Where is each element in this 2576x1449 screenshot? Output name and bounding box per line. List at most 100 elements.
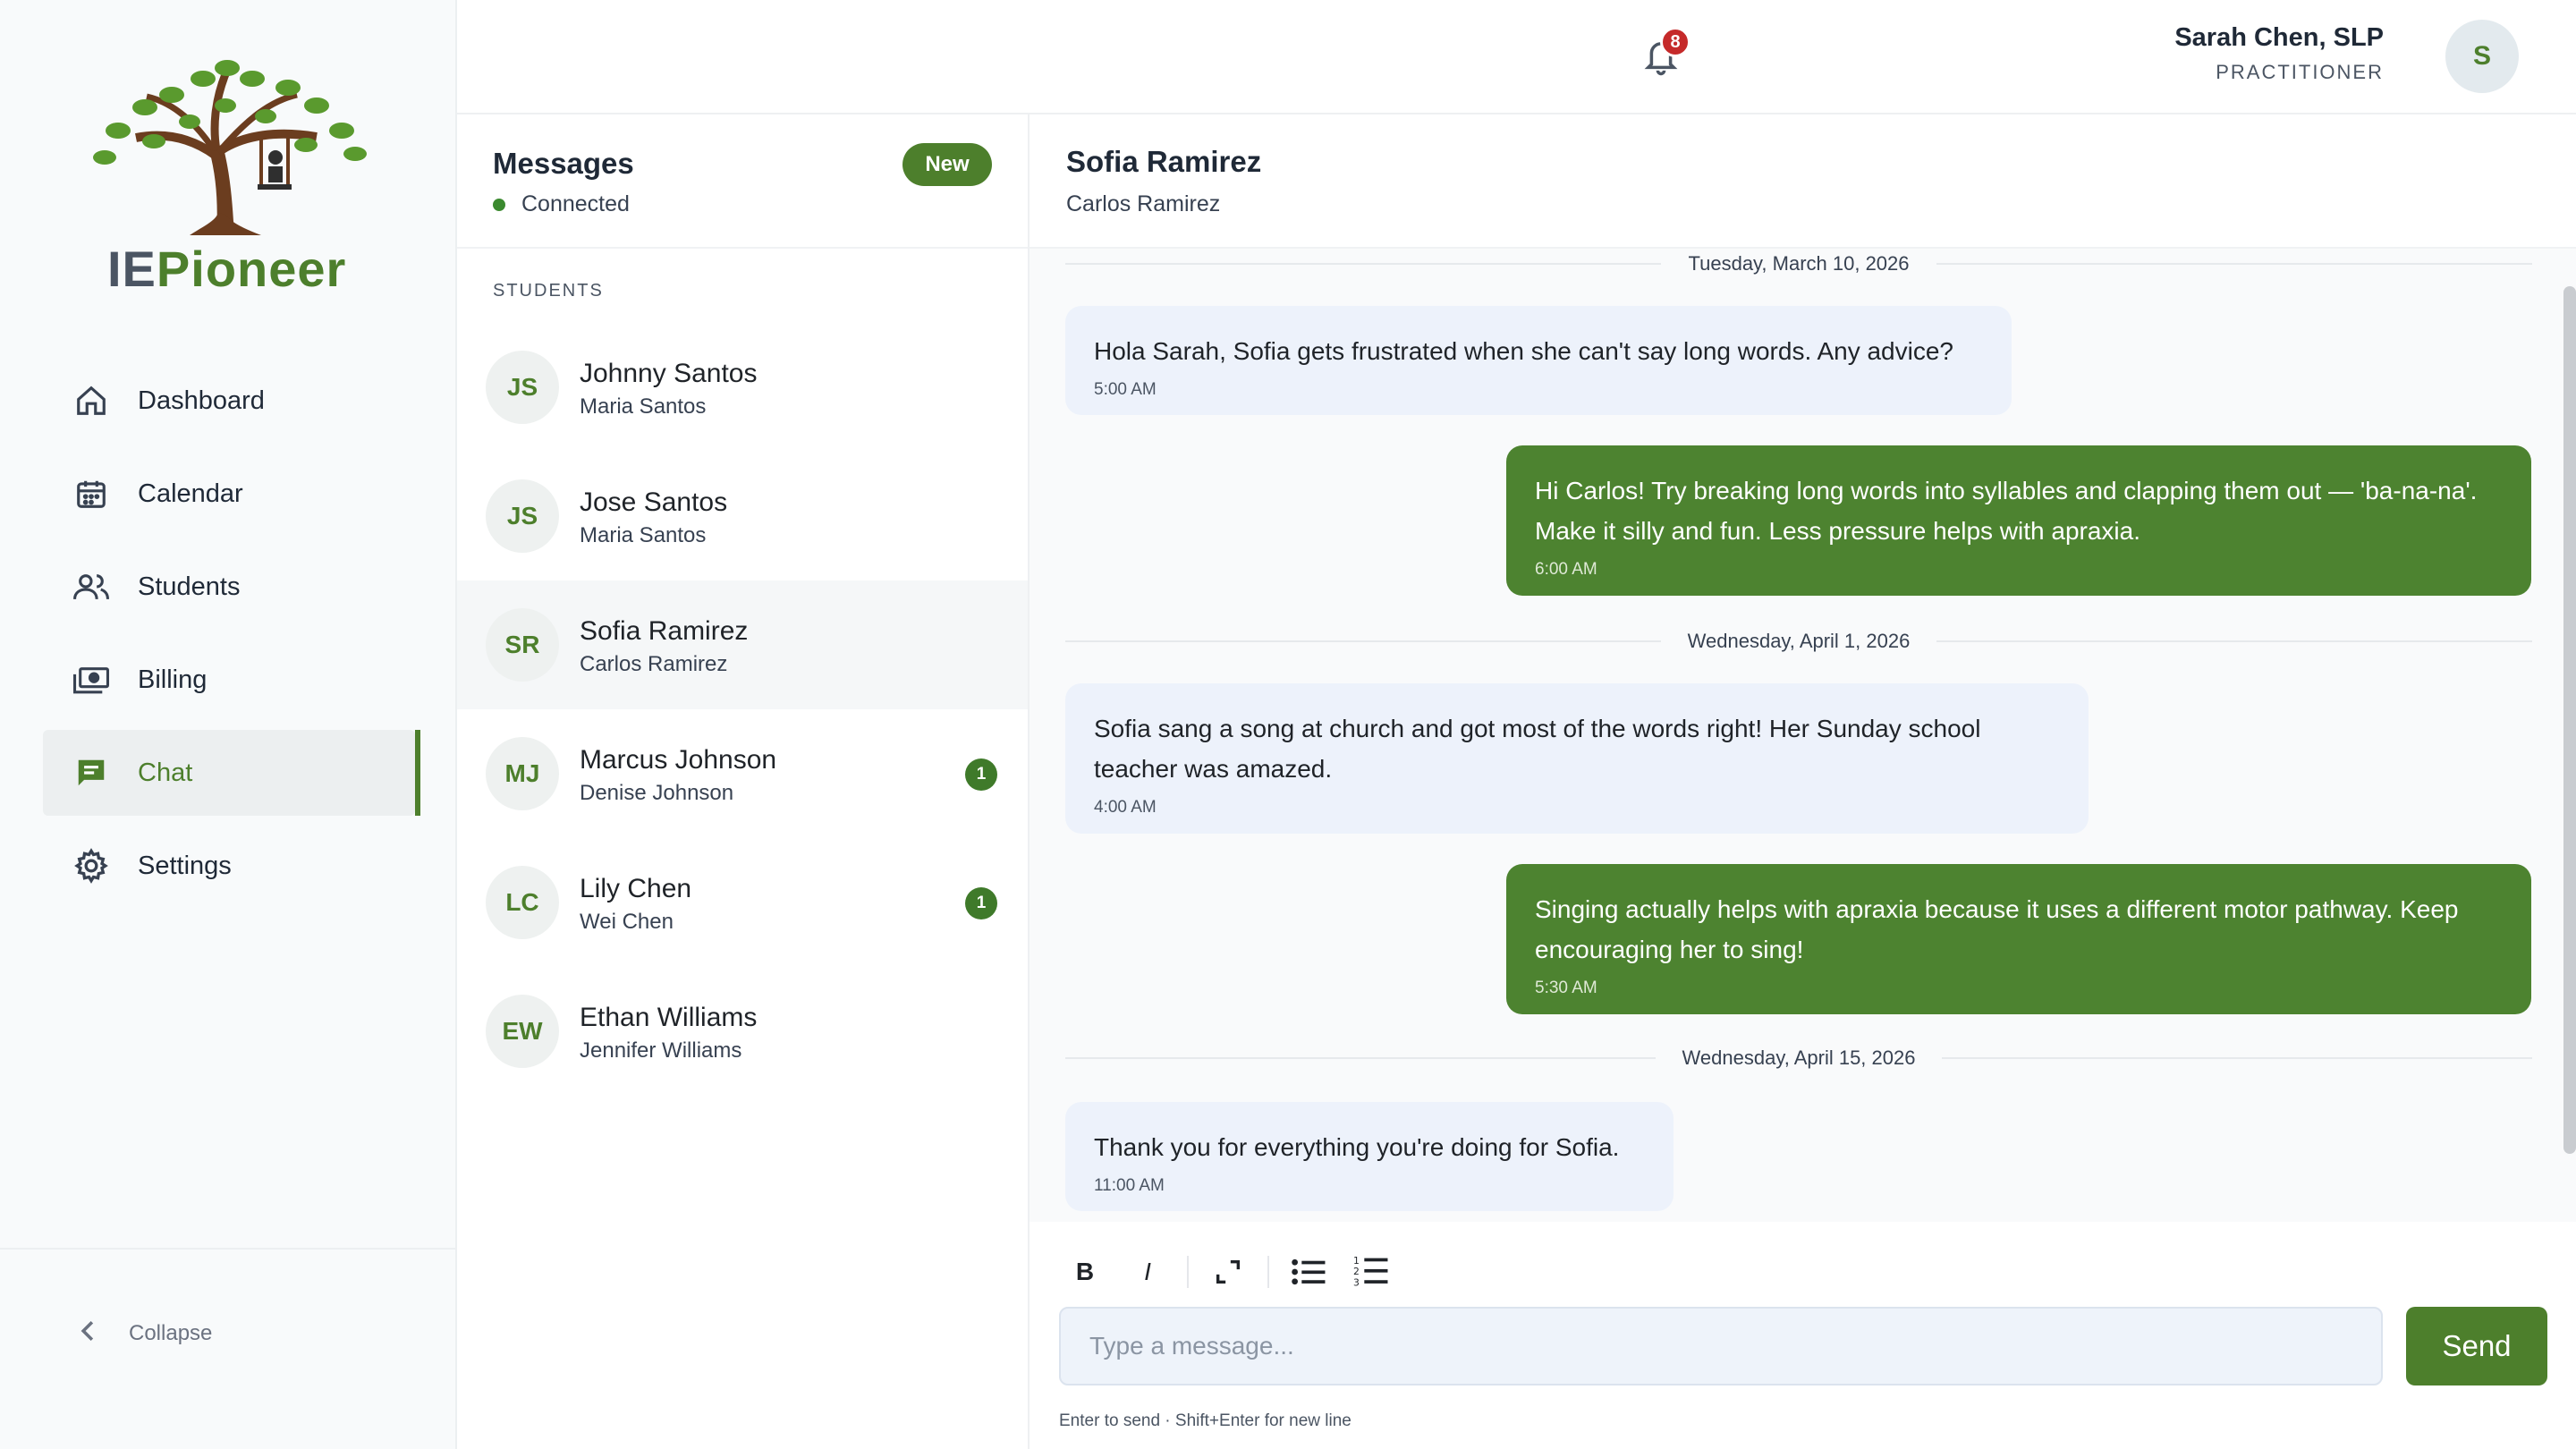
message-bubble-incoming: Sofia sang a song at church and got most… xyxy=(1065,683,2089,834)
conversation-item[interactable]: JS Johnny Santos Maria Santos xyxy=(457,323,1028,452)
message-time: 6:00 AM xyxy=(1535,560,1597,579)
avatar: MJ xyxy=(486,737,559,810)
chat-parent-name: Carlos Ramirez xyxy=(1066,191,1221,216)
logo-text: IEPioneer xyxy=(107,241,347,297)
nav-label: Dashboard xyxy=(138,386,265,415)
sidebar-footer: Collapse xyxy=(0,1248,457,1449)
nav-item-settings[interactable]: Settings xyxy=(43,823,415,909)
unread-badge: 1 xyxy=(965,758,997,791)
parent-name: Carlos Ramirez xyxy=(580,652,728,676)
top-header xyxy=(457,0,2576,114)
avatar: EW xyxy=(486,995,559,1068)
nav-label: Chat xyxy=(138,758,193,787)
collapse-button[interactable]: Collapse xyxy=(79,1319,212,1347)
avatar: JS xyxy=(486,479,559,553)
conversation-list: Messages Connected New STUDENTS JS Johnn… xyxy=(457,114,1030,1449)
parent-name: Denise Johnson xyxy=(580,781,734,805)
new-message-button[interactable]: New xyxy=(902,143,992,186)
unread-badge: 1 xyxy=(965,887,997,919)
message-time: 5:00 AM xyxy=(1094,380,1157,399)
message-bubble-outgoing: Hi Carlos! Try breaking long words into … xyxy=(1506,445,2531,596)
home-icon xyxy=(73,383,109,419)
nav-label: Settings xyxy=(138,851,232,880)
connection-status: Connected xyxy=(493,191,630,217)
italic-button[interactable]: I xyxy=(1124,1249,1171,1295)
conversation-item[interactable]: JS Jose Santos Maria Santos xyxy=(457,452,1028,580)
date-label: Tuesday, March 10, 2026 xyxy=(1688,252,1910,275)
conversation-item-selected[interactable]: SR Sofia Ramirez Carlos Ramirez xyxy=(457,580,1028,709)
sidebar-nav: Dashboard Calendar Students Billing Chat xyxy=(43,358,420,916)
message-composer: B I 123 Send Enter to send · Shift+Enter… xyxy=(1030,1222,2576,1449)
format-toolbar: B I 123 xyxy=(1062,1249,1411,1295)
gear-icon xyxy=(73,848,109,884)
message-text: Thank you for everything you're doing fo… xyxy=(1094,1133,1620,1161)
user-avatar[interactable]: S xyxy=(2445,20,2519,93)
date-separator: Wednesday, April 15, 2026 xyxy=(1065,1045,2533,1072)
numbered-list-button[interactable]: 123 xyxy=(1348,1249,1394,1295)
message-bubble-incoming: Hola Sarah, Sofia gets frustrated when s… xyxy=(1065,306,2012,415)
student-name: Marcus Johnson xyxy=(580,745,777,775)
message-bubble-incoming: Thank you for everything you're doing fo… xyxy=(1065,1102,1674,1211)
logo: IEPioneer xyxy=(82,52,379,302)
parent-name: Jennifer Williams xyxy=(580,1038,742,1063)
message-text: Hi Carlos! Try breaking long words into … xyxy=(1535,477,2478,545)
students-section-label: STUDENTS xyxy=(493,281,604,301)
chat-pane: Sofia Ramirez Carlos Ramirez Tuesday, Ma… xyxy=(1030,114,2576,1449)
bold-button[interactable]: B xyxy=(1062,1249,1108,1295)
expand-icon xyxy=(1216,1259,1241,1284)
message-scrollbar[interactable] xyxy=(2563,286,2576,1154)
message-thread[interactable]: Tuesday, March 10, 2026 Hola Sarah, Sofi… xyxy=(1030,249,2576,1222)
send-button[interactable]: Send xyxy=(2406,1307,2547,1385)
calendar-icon xyxy=(73,476,109,512)
status-dot-icon xyxy=(493,198,505,211)
avatar: JS xyxy=(486,351,559,424)
parent-name: Maria Santos xyxy=(580,523,707,547)
parent-name: Wei Chen xyxy=(580,910,674,934)
parent-name: Maria Santos xyxy=(580,394,707,419)
message-time: 5:30 AM xyxy=(1535,979,1597,997)
date-separator: Wednesday, April 1, 2026 xyxy=(1065,628,2532,655)
svg-text:1: 1 xyxy=(1353,1255,1360,1267)
numbered-list-icon: 123 xyxy=(1353,1255,1388,1288)
notification-badge: 8 xyxy=(1660,27,1690,57)
date-separator: Tuesday, March 10, 2026 xyxy=(1065,250,2532,277)
nav-item-calendar[interactable]: Calendar xyxy=(43,451,415,537)
message-input[interactable] xyxy=(1059,1307,2383,1385)
svg-text:3: 3 xyxy=(1353,1276,1360,1288)
chat-student-name: Sofia Ramirez xyxy=(1066,145,1262,178)
student-name: Johnny Santos xyxy=(580,359,758,388)
nav-item-chat[interactable]: Chat xyxy=(43,730,420,816)
message-text: Hola Sarah, Sofia gets frustrated when s… xyxy=(1094,337,1953,365)
message-text: Sofia sang a song at church and got most… xyxy=(1094,715,1981,783)
collapse-label: Collapse xyxy=(129,1320,213,1345)
conversation-item[interactable]: LC Lily Chen Wei Chen 1 xyxy=(457,838,1028,967)
chat-header: Sofia Ramirez Carlos Ramirez xyxy=(1030,114,2576,249)
bullet-list-icon xyxy=(1292,1258,1326,1285)
date-label: Wednesday, April 1, 2026 xyxy=(1687,630,1911,652)
conversation-item[interactable]: MJ Marcus Johnson Denise Johnson 1 xyxy=(457,709,1028,838)
bullet-list-button[interactable] xyxy=(1285,1249,1332,1295)
nav-item-dashboard[interactable]: Dashboard xyxy=(43,358,415,444)
composer-hint: Enter to send · Shift+Enter for new line xyxy=(1059,1411,1352,1430)
chat-icon xyxy=(73,755,109,791)
message-bubble-outgoing: Singing actually helps with apraxia beca… xyxy=(1506,864,2531,1014)
money-icon xyxy=(73,662,109,698)
sidebar: IEPioneer Dashboard Calendar Students Bi… xyxy=(0,0,457,1449)
tree-logo-icon xyxy=(93,60,367,235)
users-icon xyxy=(73,569,109,605)
conversation-items: JS Johnny Santos Maria Santos JS Jose Sa… xyxy=(457,323,1028,1096)
nav-item-billing[interactable]: Billing xyxy=(43,637,415,723)
nav-label: Billing xyxy=(138,665,208,694)
nav-item-students[interactable]: Students xyxy=(43,544,415,630)
user-role: PRACTITIONER xyxy=(2216,61,2384,83)
message-text: Singing actually helps with apraxia beca… xyxy=(1535,895,2459,963)
conversation-item[interactable]: EW Ethan Williams Jennifer Williams xyxy=(457,967,1028,1096)
nav-label: Students xyxy=(138,572,241,601)
svg-text:2: 2 xyxy=(1353,1266,1360,1277)
student-name: Ethan Williams xyxy=(580,1003,758,1032)
student-name: Jose Santos xyxy=(580,487,728,517)
message-time: 4:00 AM xyxy=(1094,798,1157,817)
chevron-left-icon xyxy=(79,1319,97,1347)
avatar: LC xyxy=(486,866,559,939)
expand-button[interactable] xyxy=(1205,1249,1251,1295)
